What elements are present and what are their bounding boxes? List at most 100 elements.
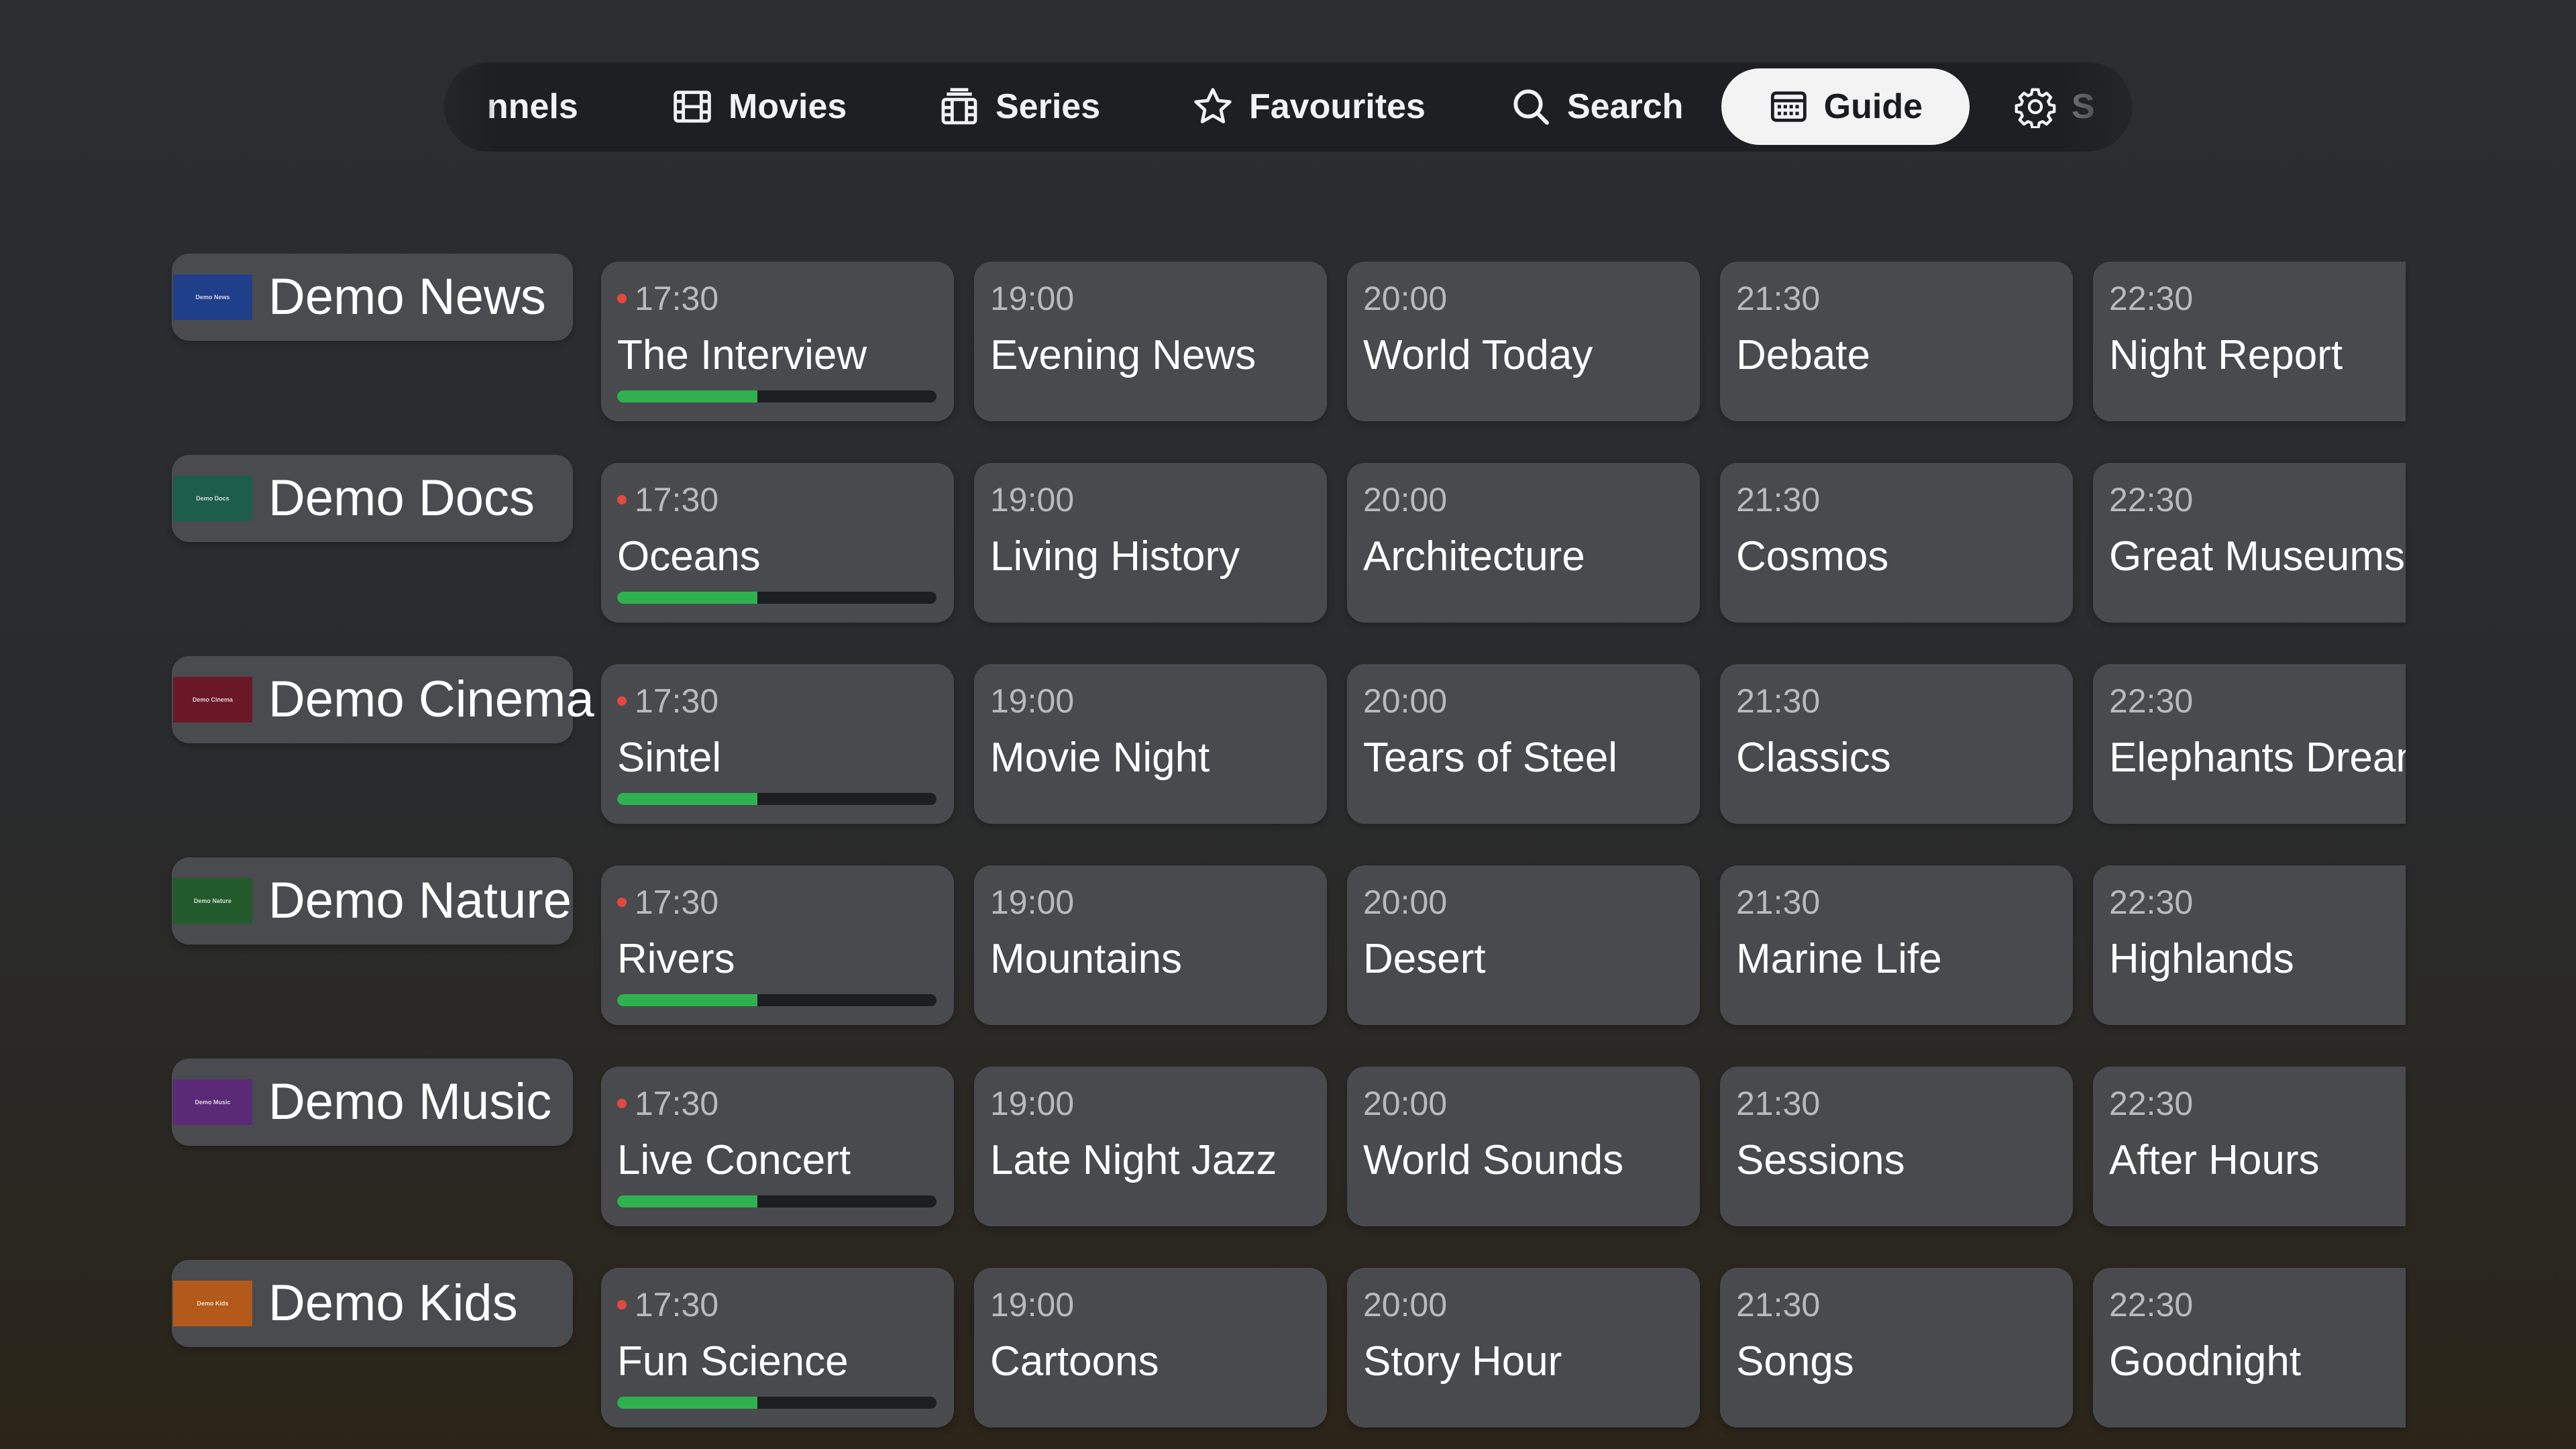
live-dot: [617, 495, 627, 504]
program-time-text: 17:30: [635, 280, 719, 317]
program-time: 21:30: [1736, 883, 1820, 922]
program-cell[interactable]: 21:30 Classics: [1720, 664, 2073, 824]
live-dot: [617, 1300, 627, 1309]
program-time-text: 22:30: [2109, 682, 2194, 720]
program-cell[interactable]: 21:30 Sessions: [1720, 1067, 2073, 1226]
channel-logo: Demo Cinema: [173, 677, 252, 722]
program-time-text: 19:00: [990, 1085, 1075, 1122]
channel-logo: Demo Docs: [173, 476, 252, 521]
program-progress-fill: [617, 793, 758, 805]
program-title: Cosmos: [1736, 533, 1889, 580]
program-cell[interactable]: 22:30 Great Museums: [2093, 463, 2406, 623]
channel-card[interactable]: Demo Music Demo Music: [172, 1059, 573, 1146]
program-cell[interactable]: 19:00 Mountains: [974, 865, 1327, 1025]
program-progress-fill: [617, 1397, 758, 1409]
program-cell[interactable]: 22:30 Night Report: [2093, 262, 2406, 421]
program-time-text: 21:30: [1736, 280, 1821, 317]
program-time-text: 19:00: [990, 280, 1075, 317]
channel-name: Demo Kids: [268, 1275, 518, 1332]
program-cell-now-playing[interactable]: 17:30 Oceans: [601, 463, 954, 623]
program-title: Architecture: [1363, 533, 1585, 580]
program-time: 22:30: [2109, 682, 2193, 720]
program-time: 22:30: [2109, 883, 2193, 922]
program-time-text: 20:00: [1363, 481, 1448, 519]
program-title: Cartoons: [990, 1338, 1159, 1385]
program-time: 20:00: [1363, 883, 1447, 922]
program-title: The Interview: [617, 332, 867, 378]
program-time-text: 22:30: [2109, 1286, 2194, 1324]
program-cell[interactable]: 20:00 World Today: [1347, 262, 1700, 421]
program-time: 20:00: [1363, 480, 1447, 519]
program-cell-now-playing[interactable]: 17:30 Fun Science: [601, 1268, 954, 1428]
program-cell[interactable]: 21:30 Debate: [1720, 262, 2073, 421]
program-title: Live Concert: [617, 1137, 851, 1183]
program-time: 22:30: [2109, 480, 2193, 519]
program-time: 20:00: [1363, 1084, 1447, 1123]
program-time-text: 21:30: [1736, 481, 1821, 519]
program-time-text: 21:30: [1736, 682, 1821, 720]
program-title: Sessions: [1736, 1137, 1905, 1183]
program-time-text: 22:30: [2109, 883, 2194, 921]
program-cell-now-playing[interactable]: 17:30 Rivers: [601, 865, 954, 1025]
channel-card[interactable]: Demo News Demo News: [172, 254, 573, 341]
channel-card[interactable]: Demo Cinema Demo Cinema: [172, 656, 594, 743]
epg-guide: Demo News Demo News 17:30 The Interview 19:0…: [0, 0, 2576, 1449]
program-time-text: 19:00: [990, 1286, 1075, 1324]
program-cell[interactable]: 19:00 Cartoons: [974, 1268, 1327, 1428]
program-time: 21:30: [1736, 682, 1820, 720]
program-progress-fill: [617, 1195, 758, 1208]
live-dot: [617, 696, 627, 706]
program-cell-now-playing[interactable]: 17:30 The Interview: [601, 262, 954, 421]
program-cell[interactable]: 22:30 Elephants Dream: [2093, 664, 2406, 824]
program-cell[interactable]: 19:00 Living History: [974, 463, 1327, 623]
program-time: 20:00: [1363, 682, 1447, 720]
program-cell[interactable]: 20:00 World Sounds: [1347, 1067, 1700, 1226]
program-title: Oceans: [617, 533, 761, 580]
program-cell[interactable]: 20:00 Architecture: [1347, 463, 1700, 623]
program-time-text: 19:00: [990, 481, 1075, 519]
program-cell[interactable]: 20:00 Story Hour: [1347, 1268, 1700, 1428]
program-time-text: 20:00: [1363, 1286, 1448, 1324]
program-time-text: 19:00: [990, 883, 1075, 921]
program-cell[interactable]: 21:30 Songs: [1720, 1268, 2073, 1428]
live-dot: [617, 294, 627, 303]
program-cell[interactable]: 19:00 Movie Night: [974, 664, 1327, 824]
program-progress-fill: [617, 994, 758, 1006]
program-title: Highlands: [2109, 936, 2294, 982]
program-cell[interactable]: 22:30 Goodnight: [2093, 1268, 2406, 1428]
program-time-text: 19:00: [990, 682, 1075, 720]
program-title: Living History: [990, 533, 1240, 580]
program-cell-now-playing[interactable]: 17:30 Live Concert: [601, 1067, 954, 1226]
program-cell[interactable]: 21:30 Marine Life: [1720, 865, 2073, 1025]
program-time: 19:00: [990, 1084, 1074, 1123]
program-title: After Hours: [2109, 1137, 2320, 1183]
program-time: 19:00: [990, 883, 1074, 922]
program-time-text: 17:30: [635, 481, 719, 519]
channel-name: Demo Music: [268, 1073, 552, 1130]
program-cell[interactable]: 22:30 After Hours: [2093, 1067, 2406, 1226]
program-time-text: 20:00: [1363, 280, 1448, 317]
program-title: Desert: [1363, 936, 1486, 982]
program-time: 21:30: [1736, 480, 1820, 519]
program-cell[interactable]: 20:00 Desert: [1347, 865, 1700, 1025]
channel-card[interactable]: Demo Kids Demo Kids: [172, 1260, 573, 1347]
channel-name: Demo Nature: [268, 872, 572, 929]
program-time: 19:00: [990, 279, 1074, 318]
program-time: 17:30: [617, 1285, 718, 1324]
program-cell[interactable]: 19:00 Evening News: [974, 262, 1327, 421]
program-time: 17:30: [617, 480, 718, 519]
program-time-text: 17:30: [635, 883, 719, 921]
program-title: Debate: [1736, 332, 1870, 378]
program-cell[interactable]: 22:30 Highlands: [2093, 865, 2406, 1025]
program-cell[interactable]: 20:00 Tears of Steel: [1347, 664, 1700, 824]
program-cell[interactable]: 19:00 Late Night Jazz: [974, 1067, 1327, 1226]
program-time-text: 17:30: [635, 1085, 719, 1122]
program-title: Movie Night: [990, 735, 1210, 781]
channel-card[interactable]: Demo Nature Demo Nature: [172, 857, 573, 945]
program-time-text: 17:30: [635, 1286, 719, 1324]
channel-card[interactable]: Demo Docs Demo Docs: [172, 455, 573, 542]
program-progress-bar: [617, 793, 936, 805]
live-dot: [617, 1099, 627, 1108]
program-cell[interactable]: 21:30 Cosmos: [1720, 463, 2073, 623]
program-cell-now-playing[interactable]: 17:30 Sintel: [601, 664, 954, 824]
